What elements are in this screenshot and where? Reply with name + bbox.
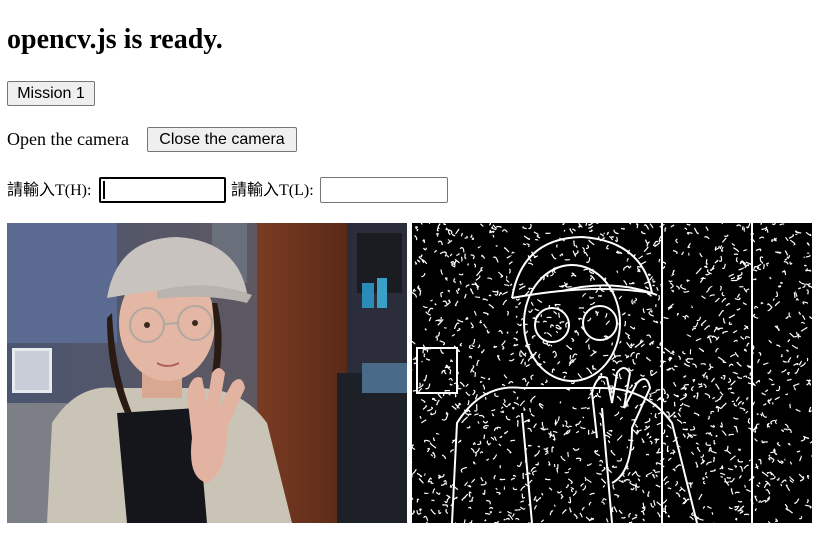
close-camera-button[interactable]: Close the camera <box>147 127 297 152</box>
threshold-low-label: 請輸入T(L): <box>231 180 314 201</box>
threshold-high-input[interactable] <box>99 177 226 203</box>
threshold-high-label-suffix: T(H): <box>55 182 92 199</box>
camera-frame-image <box>7 223 407 523</box>
threshold-low-label-prefix: 請輸入 <box>231 180 280 199</box>
text-caret <box>103 181 105 199</box>
threshold-high-label-prefix: 請輸入 <box>7 180 56 199</box>
page-title: opencv.js is ready. <box>7 24 223 55</box>
camera-video-canvas <box>7 223 407 523</box>
threshold-low-input[interactable] <box>320 177 448 203</box>
threshold-high-label: 請輸入T(H): <box>7 180 91 201</box>
threshold-low-label-suffix: T(L): <box>279 182 314 199</box>
open-camera-text: Open the camera <box>7 129 129 149</box>
edge-detection-canvas <box>412 223 812 523</box>
edge-output-image <box>412 223 812 523</box>
mission-1-button[interactable]: Mission 1 <box>7 81 95 106</box>
